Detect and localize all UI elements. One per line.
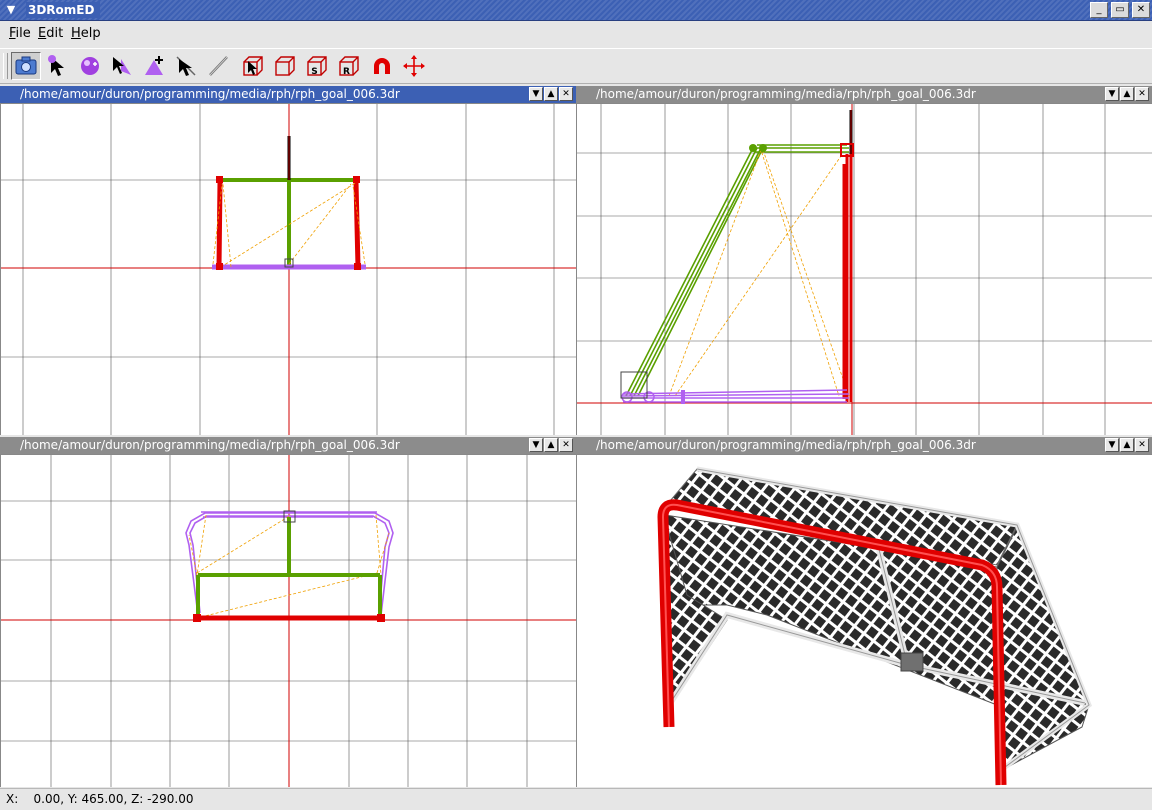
viewport-file-path: /home/amour/duron/programming/media/rph/… [20,87,400,101]
line-icon [209,56,228,76]
box-select-icon [243,56,263,76]
front-view-drawing [1,104,576,435]
box-scale-tool-button[interactable]: S [302,52,332,80]
coordinate-readout: X: 0.00, Y: 465.00, Z: -290.00 [6,792,194,806]
box-rotate-tool-button[interactable]: R [334,52,364,80]
viewport-title-bar[interactable]: /home/amour/duron/programming/media/rph/… [576,86,1152,103]
magnet-icon [374,58,390,74]
close-icon[interactable]: ✕ [1135,87,1149,101]
viewport-file-path: /home/amour/duron/programming/media/rph/… [596,438,976,452]
camera-icon [15,56,37,75]
minimize-icon[interactable]: _ [1090,2,1108,18]
svg-text:R: R [343,67,350,77]
chevron-up-icon[interactable]: ▲ [1120,438,1134,452]
chevron-up-icon[interactable]: ▲ [544,438,558,452]
viewport-file-path: /home/amour/duron/programming/media/rph/… [596,87,976,101]
pointer-add-icon [113,57,131,75]
menu-file[interactable]: File [9,26,31,41]
viewport-canvas[interactable] [576,454,1152,787]
window-title-bar[interactable]: ▼ 3DRomED _ ▭ ✕ [0,0,1152,21]
grid-lines [577,104,1152,435]
viewport-side[interactable]: /home/amour/duron/programming/media/rph/… [576,86,1152,435]
chevron-down-icon[interactable]: ▼ [2,2,20,18]
menu-help[interactable]: Help [71,26,101,41]
menu-bar: File Edit Help [0,22,1152,46]
pointer-add-tool-button[interactable] [107,52,137,80]
svg-text:S: S [311,67,317,77]
side-view-drawing [577,104,1152,435]
viewport-canvas[interactable] [0,103,576,435]
box-select-tool-button[interactable] [238,52,268,80]
toolbar-grip[interactable] [3,53,8,79]
magnet-tool-button[interactable] [367,52,397,80]
close-icon[interactable]: ✕ [1132,2,1150,18]
viewport-file-path: /home/amour/duron/programming/media/rph/… [20,438,400,452]
viewport-title-bar[interactable]: /home/amour/duron/programming/media/rph/… [576,437,1152,454]
pick-tool-button[interactable] [171,52,201,80]
maximize-icon[interactable]: ▭ [1111,2,1129,18]
top-view-drawing [1,455,576,787]
pick-arrow-icon [176,56,196,76]
select-tool-button[interactable] [43,52,73,80]
window-title: 3DRomED [26,2,101,18]
viewport-canvas[interactable] [576,103,1152,435]
chevron-down-icon[interactable]: ▼ [1105,438,1119,452]
close-icon[interactable]: ✕ [559,438,573,452]
line-tool-button[interactable] [203,52,233,80]
toolbar: S R [0,48,1152,84]
axis-lines [1,455,576,787]
viewport-front[interactable]: /home/amour/duron/programming/media/rph/… [0,86,576,435]
viewport-canvas[interactable] [0,454,576,787]
camera-tool-button[interactable] [11,52,41,80]
viewport-perspective[interactable]: /home/amour/duron/programming/media/rph/… [576,437,1152,787]
chevron-down-icon[interactable]: ▼ [529,87,543,101]
sphere-icon [81,57,99,75]
chevron-up-icon[interactable]: ▲ [544,87,558,101]
box-scale-icon: S [307,56,327,77]
perspective-render [577,455,1152,787]
viewport-title-bar[interactable]: /home/amour/duron/programming/media/rph/… [0,437,576,454]
close-icon[interactable]: ✕ [1135,438,1149,452]
move-arrows-icon [403,55,425,77]
sphere-tool-button[interactable] [75,52,105,80]
add-vertex-icon [145,56,163,75]
move-tool-button[interactable] [399,52,429,80]
select-arrow-icon [48,55,64,76]
box-rotate-icon: R [339,56,359,77]
box-tool-button[interactable] [270,52,300,80]
status-bar: X: 0.00, Y: 465.00, Z: -290.00 [0,788,1152,810]
goal-side-model [620,110,854,404]
chevron-down-icon[interactable]: ▼ [1105,87,1119,101]
viewport-title-bar[interactable]: /home/amour/duron/programming/media/rph/… [0,86,576,103]
close-icon[interactable]: ✕ [559,87,573,101]
viewport-top[interactable]: /home/amour/duron/programming/media/rph/… [0,437,576,787]
axis-lines [577,104,1152,435]
chevron-down-icon[interactable]: ▼ [529,438,543,452]
menu-edit[interactable]: Edit [38,26,63,41]
chevron-up-icon[interactable]: ▲ [1120,87,1134,101]
add-vertex-tool-button[interactable] [139,52,169,80]
goal-front-model [212,136,366,270]
box-icon [275,56,295,76]
